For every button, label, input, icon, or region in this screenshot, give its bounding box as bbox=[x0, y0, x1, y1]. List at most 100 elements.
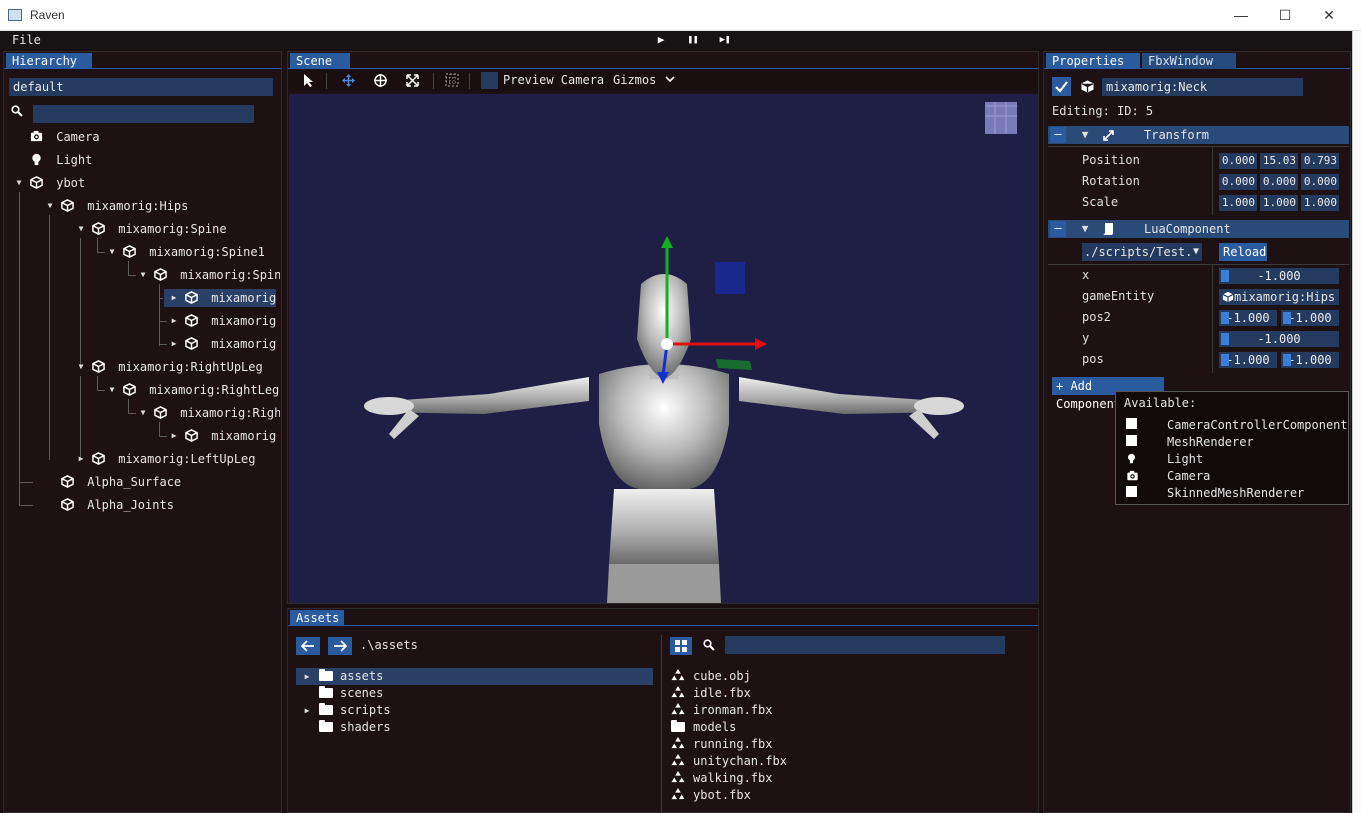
tab-properties[interactable]: Properties bbox=[1046, 53, 1140, 69]
expand-arrow-icon[interactable]: ▼ bbox=[45, 197, 55, 215]
scene-viewport[interactable] bbox=[289, 94, 1038, 603]
reload-button[interactable]: Reload bbox=[1219, 243, 1267, 261]
expand-arrow-icon[interactable]: ▶ bbox=[302, 668, 312, 685]
expand-arrow-icon[interactable]: ▼ bbox=[138, 404, 148, 422]
grid-snap-icon[interactable] bbox=[445, 73, 459, 87]
file-item-running-fbx[interactable]: running.fbx bbox=[671, 736, 772, 753]
file-item-ybot-fbx[interactable]: ybot.fbx bbox=[671, 787, 751, 804]
remove-transform-button[interactable]: – bbox=[1050, 127, 1066, 143]
expand-arrow-icon[interactable]: ▼ bbox=[14, 174, 24, 192]
forward-button[interactable] bbox=[328, 637, 352, 655]
back-button[interactable] bbox=[296, 637, 320, 655]
y-slider[interactable]: -1.000 bbox=[1219, 331, 1339, 347]
scale-tool-icon[interactable] bbox=[405, 73, 420, 88]
play-button[interactable]: ▶ bbox=[654, 33, 668, 47]
tree-item-righttoe[interactable]: ▶ mixamorig: bbox=[164, 427, 276, 445]
pos2-y-slider[interactable]: -1.000 bbox=[1281, 310, 1339, 326]
slider-grab[interactable] bbox=[1283, 312, 1291, 324]
expand-arrow-icon[interactable]: ▶ bbox=[169, 427, 179, 445]
component-option-camera[interactable]: Camera bbox=[1126, 468, 1348, 485]
folder-item-scripts[interactable]: ▶ scripts bbox=[296, 702, 653, 719]
expand-arrow-icon[interactable]: ▼ bbox=[107, 243, 117, 261]
pos2-x-slider[interactable]: -1.000 bbox=[1219, 310, 1277, 326]
folder-item-shaders[interactable]: shaders bbox=[296, 719, 653, 736]
move-tool-icon[interactable] bbox=[341, 73, 356, 88]
file-item-ironman-fbx[interactable]: ironman.fbx bbox=[671, 702, 772, 719]
expand-arrow-icon[interactable]: ▼ bbox=[76, 220, 86, 238]
tab-hierarchy[interactable]: Hierarchy bbox=[6, 53, 92, 69]
select-cursor-icon[interactable] bbox=[303, 73, 315, 88]
rotation-x-input[interactable]: 0.000 bbox=[1219, 174, 1257, 190]
tree-item-alpha-joints[interactable]: Alpha_Joints bbox=[61, 496, 174, 514]
tree-item-camera[interactable]: Camera bbox=[30, 128, 100, 146]
expand-arrow-icon[interactable]: ▼ bbox=[76, 358, 86, 376]
component-option-meshrenderer[interactable]: MeshRenderer bbox=[1126, 434, 1348, 451]
tree-item-shoulder-left[interactable]: ▶ mixamorig: bbox=[164, 312, 276, 330]
folder-item-models[interactable]: models bbox=[671, 719, 736, 736]
slider-grab[interactable] bbox=[1221, 333, 1229, 345]
tree-item-neck-selected[interactable]: ▶ mixamorig: bbox=[164, 289, 276, 307]
script-path-dropdown[interactable]: ./scripts/Test. ▼ bbox=[1082, 243, 1202, 261]
component-option-cameracontroller[interactable]: CameraControllerComponent bbox=[1126, 417, 1348, 434]
scene-name-field[interactable]: default bbox=[9, 78, 273, 96]
tab-scene[interactable]: Scene bbox=[290, 53, 350, 69]
lua-component-header[interactable]: – ▼ LuaComponent bbox=[1048, 220, 1349, 238]
slider-grab[interactable] bbox=[1283, 354, 1291, 366]
entity-enabled-checkbox[interactable] bbox=[1052, 77, 1071, 96]
file-item-idle-fbx[interactable]: idle.fbx bbox=[671, 685, 751, 702]
step-button[interactable]: ▶❚ bbox=[716, 33, 734, 47]
file-item-walking-fbx[interactable]: walking.fbx bbox=[671, 770, 772, 787]
expand-arrow-icon[interactable]: ▶ bbox=[302, 702, 312, 719]
scale-x-input[interactable]: 1.000 bbox=[1219, 195, 1257, 211]
minimize-button[interactable]: — bbox=[1229, 5, 1253, 25]
expand-arrow-icon[interactable]: ▶ bbox=[169, 312, 179, 330]
remove-lua-button[interactable]: – bbox=[1050, 221, 1066, 237]
expand-arrow-icon[interactable]: ▼ bbox=[107, 381, 117, 399]
x-slider[interactable]: -1.000 bbox=[1219, 268, 1339, 284]
pos-x-slider[interactable]: -1.000 bbox=[1219, 352, 1277, 368]
gizmos-dropdown[interactable]: Gizmos bbox=[613, 73, 656, 87]
tab-assets[interactable]: Assets bbox=[290, 610, 344, 626]
pos-y-slider[interactable]: -1.000 bbox=[1281, 352, 1339, 368]
collapse-arrow-icon[interactable]: ▼ bbox=[1080, 126, 1090, 144]
preview-camera-checkbox[interactable] bbox=[481, 72, 498, 89]
expand-arrow-icon[interactable]: ▼ bbox=[138, 266, 148, 284]
position-x-input[interactable]: 0.000 bbox=[1219, 153, 1257, 169]
tab-fbxwindow[interactable]: FbxWindow bbox=[1142, 53, 1236, 69]
scale-y-input[interactable]: 1.000 bbox=[1260, 195, 1298, 211]
position-y-input[interactable]: 15.03 bbox=[1260, 153, 1298, 169]
menu-file[interactable]: File bbox=[12, 33, 41, 47]
transform-header[interactable]: – ▼ Transform bbox=[1048, 126, 1349, 144]
expand-arrow-icon[interactable]: ▶ bbox=[169, 335, 179, 353]
grid-view-button[interactable] bbox=[670, 637, 692, 655]
entity-name-input[interactable]: mixamorig:Neck bbox=[1102, 78, 1303, 96]
tree-item-light[interactable]: Light bbox=[30, 151, 92, 169]
hierarchy-search-input[interactable] bbox=[33, 105, 254, 123]
folder-item-assets[interactable]: ▶ assets bbox=[296, 668, 653, 685]
rotation-z-input[interactable]: 0.000 bbox=[1301, 174, 1339, 190]
position-z-input[interactable]: 0.793 bbox=[1301, 153, 1339, 169]
tree-item-shoulder-right[interactable]: ▶ mixamorig: bbox=[164, 335, 276, 353]
tree-item-rightfoot[interactable]: ▼ mixamorig:Right bbox=[138, 404, 280, 422]
rotate-tool-icon[interactable] bbox=[373, 73, 388, 88]
expand-arrow-icon[interactable]: ▶ bbox=[169, 289, 179, 307]
component-option-light[interactable]: Light bbox=[1126, 451, 1348, 468]
rotation-y-input[interactable]: 0.000 bbox=[1260, 174, 1298, 190]
game-entity-field[interactable]: mixamorig:Hips bbox=[1219, 289, 1339, 305]
slider-grab[interactable] bbox=[1221, 312, 1229, 324]
component-option-skinnedmeshrenderer[interactable]: SkinnedMeshRenderer bbox=[1126, 485, 1348, 502]
tree-item-spine2[interactable]: ▼ mixamorig:Spine bbox=[138, 266, 280, 284]
expand-arrow-icon[interactable]: ▶ bbox=[76, 450, 86, 468]
slider-grab[interactable] bbox=[1221, 354, 1229, 366]
close-button[interactable]: ✕ bbox=[1317, 5, 1341, 25]
maximize-button[interactable]: ☐ bbox=[1273, 5, 1297, 25]
tree-item-alpha-surface[interactable]: Alpha_Surface bbox=[61, 473, 181, 491]
folder-item-scenes[interactable]: scenes bbox=[296, 685, 653, 702]
assets-search-input[interactable] bbox=[725, 636, 1005, 654]
slider-grab[interactable] bbox=[1221, 270, 1229, 282]
collapse-arrow-icon[interactable]: ▼ bbox=[1080, 220, 1090, 238]
file-item-unitychan-fbx[interactable]: unitychan.fbx bbox=[671, 753, 787, 770]
scale-z-input[interactable]: 1.000 bbox=[1301, 195, 1339, 211]
file-item-cube-obj[interactable]: cube.obj bbox=[671, 668, 751, 685]
pause-button[interactable]: ❚❚ bbox=[686, 33, 700, 47]
